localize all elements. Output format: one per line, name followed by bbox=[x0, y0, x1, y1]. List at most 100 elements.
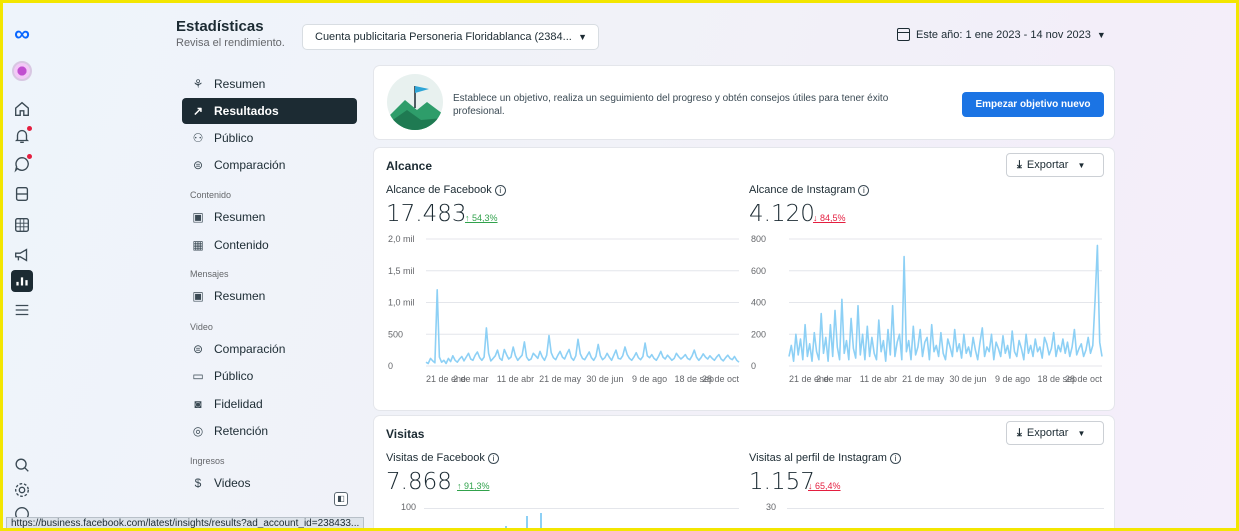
nav-label: Resumen bbox=[214, 210, 266, 224]
metric-label-text: Alcance de Instagram bbox=[749, 184, 856, 196]
nav-label: Fidelidad bbox=[214, 397, 263, 411]
download-icon: ⤓ bbox=[1017, 159, 1022, 171]
goal-illustration bbox=[387, 74, 443, 130]
nav-label: Público bbox=[214, 369, 254, 383]
date-range-selector[interactable]: Este año: 1 ene 2023 - 14 nov 2023 ▼ bbox=[897, 28, 1106, 41]
x-tick-label: 9 de ago bbox=[995, 374, 1030, 384]
delta-value: 84,5% bbox=[820, 213, 846, 223]
instagram-visits-value: 1.157 bbox=[749, 469, 815, 495]
facebook-reach-chart: 0 500 1,0 mil 1,5 mil 2,0 mil 21 de ene 2 de m… bbox=[386, 233, 741, 388]
account-selector-label: Cuenta publicitaria Personeria Floridabl… bbox=[315, 31, 572, 43]
nav-label: Comparación bbox=[214, 158, 286, 172]
left-rail: ∞ bbox=[3, 3, 41, 528]
nav-item-contenido-resumen[interactable]: ▣ Resumen bbox=[182, 204, 357, 230]
menu-icon[interactable] bbox=[11, 299, 33, 321]
y-tick-label: 400 bbox=[751, 298, 766, 308]
info-icon[interactable]: i bbox=[494, 185, 506, 196]
page-subtitle: Revisa el rendimiento. bbox=[176, 37, 285, 49]
nav-item-comparacion[interactable]: ⊜ Comparación bbox=[182, 152, 357, 178]
info-icon[interactable]: i bbox=[889, 453, 901, 464]
y-tick-label: 30 bbox=[766, 502, 777, 512]
nav-label: Contenido bbox=[214, 238, 269, 252]
nav-section-contenido: Contenido bbox=[190, 190, 232, 200]
status-bar-url: https://business.facebook.com/latest/ins… bbox=[6, 517, 365, 528]
content-overview-icon: ▣ bbox=[192, 210, 204, 224]
nav-label: Público bbox=[214, 131, 254, 145]
content-icon[interactable] bbox=[11, 183, 33, 205]
series-line bbox=[425, 289, 740, 365]
metric-label-text: Visitas de Facebook bbox=[386, 452, 485, 464]
video-audience-icon: ▭ bbox=[192, 369, 204, 383]
instagram-visits-label: Visitas al perfil de Instagram i bbox=[749, 452, 901, 464]
notifications-icon[interactable] bbox=[11, 125, 33, 147]
chevron-down-icon: ▼ bbox=[1096, 29, 1106, 40]
planner-icon[interactable] bbox=[11, 214, 33, 236]
metric-label-text: Visitas al perfil de Instagram bbox=[749, 452, 887, 464]
export-button[interactable]: ⤓ Exportar ▼ bbox=[1006, 421, 1104, 445]
nav-item-resumen[interactable]: ⚘ Resumen bbox=[182, 71, 357, 97]
nav-item-contenido[interactable]: ▦ Contenido bbox=[182, 232, 357, 258]
nav-section-mensajes: Mensajes bbox=[190, 269, 229, 279]
overview-icon: ⚘ bbox=[192, 77, 204, 91]
nav-item-publico[interactable]: ⚇ Público bbox=[182, 125, 357, 151]
info-icon[interactable]: i bbox=[487, 453, 499, 464]
nav-item-retencion[interactable]: ◎ Retención bbox=[182, 418, 357, 444]
delta-value: 91,3% bbox=[464, 481, 490, 491]
export-button[interactable]: ⤓ Exportar ▼ bbox=[1006, 153, 1104, 177]
start-goal-button[interactable]: Empezar objetivo nuevo bbox=[962, 92, 1104, 117]
goal-description: Establece un objetivo, realiza un seguim… bbox=[453, 93, 889, 117]
y-tick-label: 500 bbox=[388, 329, 403, 339]
nav-item-resultados[interactable]: ↗ Resultados bbox=[182, 98, 357, 124]
nav-item-videos[interactable]: $ Videos bbox=[182, 470, 357, 496]
nav-section-ingresos: Ingresos bbox=[190, 456, 225, 466]
x-tick-label: 30 de jun bbox=[586, 374, 623, 384]
messages-overview-icon: ▣ bbox=[192, 289, 204, 303]
nav-item-mensajes-resumen[interactable]: ▣ Resumen bbox=[182, 283, 357, 309]
download-icon: ⤓ bbox=[1017, 427, 1022, 439]
calendar-icon bbox=[897, 28, 910, 41]
nav-label: Videos bbox=[214, 476, 251, 490]
y-tick-label: 0 bbox=[751, 361, 756, 371]
nav-label: Comparación bbox=[214, 342, 286, 356]
messages-dot bbox=[27, 154, 32, 159]
avatar[interactable] bbox=[12, 61, 32, 81]
export-label: Exportar bbox=[1026, 427, 1069, 439]
audience-icon: ⚇ bbox=[192, 131, 204, 145]
y-tick-label: 1,0 mil bbox=[388, 298, 415, 308]
y-tick-label: 600 bbox=[751, 266, 766, 276]
chart-bar bbox=[505, 526, 507, 528]
reach-card: Alcance ⤓ Exportar ▼ Alcance de Facebook i… bbox=[374, 148, 1114, 410]
info-icon[interactable]: i bbox=[858, 185, 870, 196]
compare-icon: ⊜ bbox=[192, 158, 204, 172]
x-tick-label: 30 de jun bbox=[949, 374, 986, 384]
chart-bar bbox=[540, 513, 542, 528]
date-range-label: Este año: 1 ene 2023 - 14 nov 2023 bbox=[916, 28, 1091, 41]
search-icon[interactable] bbox=[11, 454, 33, 476]
nav-label: Resumen bbox=[214, 289, 266, 303]
nav-label: Retención bbox=[214, 424, 269, 438]
facebook-visits-value: 7.868 bbox=[386, 469, 452, 495]
messages-icon[interactable] bbox=[11, 153, 33, 175]
nav-item-fidelidad[interactable]: ◙ Fidelidad bbox=[182, 391, 357, 417]
facebook-visits-delta: ↑ 91,3% bbox=[457, 481, 490, 491]
nav-item-video-publico[interactable]: ▭ Público bbox=[182, 363, 357, 389]
meta-logo-icon[interactable]: ∞ bbox=[9, 21, 35, 46]
nav-item-video-comparacion[interactable]: ⊜ Comparación bbox=[182, 336, 357, 362]
account-selector[interactable]: Cuenta publicitaria Personeria Floridabl… bbox=[302, 24, 599, 50]
x-tick-label: 21 de may bbox=[902, 374, 945, 384]
x-tick-label: 28 de oct bbox=[702, 374, 740, 384]
x-tick-label: 2 de mar bbox=[453, 374, 489, 384]
insights-icon[interactable] bbox=[11, 270, 33, 292]
x-tick-label: 28 de oct bbox=[1065, 374, 1103, 384]
settings-icon[interactable] bbox=[11, 479, 33, 501]
ads-icon[interactable] bbox=[11, 244, 33, 266]
visits-card: Visitas ⤓ Exportar ▼ Visitas de Facebook i… bbox=[374, 416, 1114, 528]
collapse-sidebar-button[interactable]: ◧ bbox=[334, 492, 348, 506]
x-tick-label: 9 de ago bbox=[632, 374, 667, 384]
nav-label: Resultados bbox=[214, 104, 279, 118]
gridline bbox=[424, 508, 739, 509]
reach-title: Alcance bbox=[386, 159, 433, 173]
visits-title: Visitas bbox=[386, 427, 425, 441]
home-icon[interactable] bbox=[11, 98, 33, 120]
loyalty-icon: ◙ bbox=[194, 397, 202, 411]
